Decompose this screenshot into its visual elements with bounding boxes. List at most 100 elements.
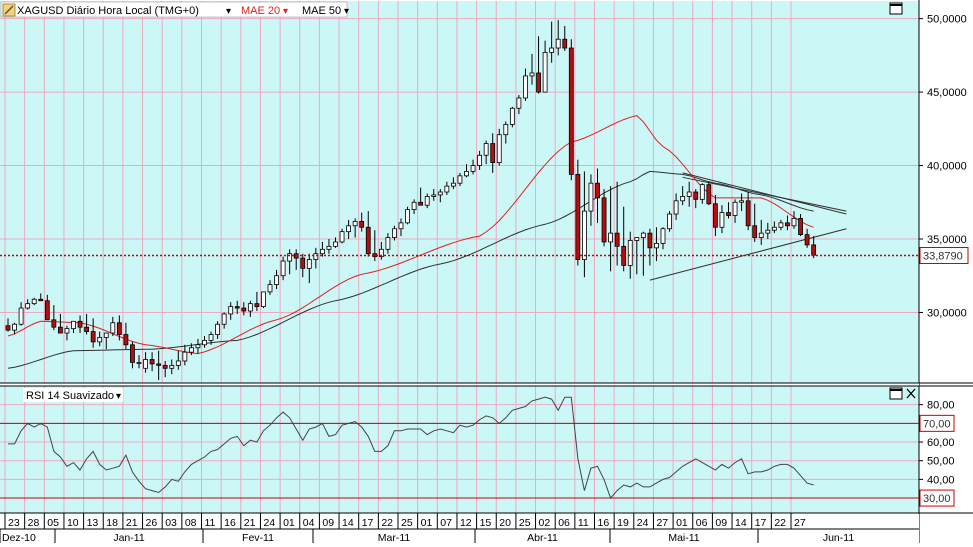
candle-body xyxy=(444,185,450,193)
candle-body xyxy=(143,359,148,369)
day-label: 27 xyxy=(656,517,668,529)
candle-body xyxy=(38,298,44,302)
candle-body xyxy=(627,240,633,266)
candle-body xyxy=(5,325,11,331)
candle xyxy=(568,39,574,181)
price-tick-label: 40,0000 xyxy=(927,161,967,173)
candle-body xyxy=(44,300,50,321)
candle-body xyxy=(719,212,725,228)
mae50-label[interactable]: MAE 50 xyxy=(302,5,341,17)
month-label: Mai-11 xyxy=(668,532,699,544)
candle-body xyxy=(693,191,699,200)
candle-body xyxy=(359,220,365,228)
maximize-button[interactable] xyxy=(889,2,903,15)
candle-body xyxy=(739,200,744,203)
price-tick-label: 45,0000 xyxy=(927,87,967,99)
month-label: Dez-10 xyxy=(2,532,36,544)
day-label: 27 xyxy=(794,517,806,529)
day-label: 17 xyxy=(755,517,767,529)
candle-body xyxy=(555,38,561,49)
rsi-tick-label: 40,00 xyxy=(927,474,955,486)
candle-body xyxy=(319,248,325,255)
candle-body xyxy=(470,165,476,172)
candle xyxy=(706,181,712,206)
candle-body xyxy=(18,307,24,325)
day-label: 22 xyxy=(381,517,393,529)
candle-body xyxy=(221,313,227,325)
candle-body xyxy=(457,175,463,184)
mae20-label[interactable]: MAE 20 xyxy=(241,5,280,17)
candle-body xyxy=(188,347,194,353)
pencil-icon xyxy=(2,3,16,17)
day-label: 26 xyxy=(146,517,158,529)
candle-body xyxy=(162,364,168,369)
candle-body xyxy=(516,97,522,109)
candle-body xyxy=(713,203,718,228)
day-label: 21 xyxy=(244,517,256,529)
candle-body xyxy=(496,134,502,164)
candle-body xyxy=(667,213,672,230)
candle-body xyxy=(306,259,312,269)
candle-body xyxy=(202,339,207,346)
day-label: 19 xyxy=(617,517,629,529)
day-label: 06 xyxy=(558,517,570,529)
candle-body xyxy=(450,182,456,187)
candle-body xyxy=(215,323,221,335)
candle-body xyxy=(398,222,404,230)
day-label: 02 xyxy=(539,517,551,529)
candle-body xyxy=(247,303,253,312)
rsi-label[interactable]: RSI 14 Suavizado xyxy=(26,390,114,402)
candle-body xyxy=(699,184,705,200)
candle-body xyxy=(365,226,371,255)
candle-body xyxy=(254,303,260,307)
candle-body xyxy=(654,243,659,249)
candle-body xyxy=(97,337,103,343)
day-label: 20 xyxy=(499,517,511,529)
chart-title[interactable]: XAGUSD Diário Hora Local (TMG+0) xyxy=(17,5,199,17)
day-label: 11 xyxy=(578,517,589,529)
rsi-dropdown-icon[interactable]: ▾ xyxy=(116,391,121,402)
candle-body xyxy=(536,72,541,93)
candle-body xyxy=(156,363,162,366)
candle-body xyxy=(582,210,587,260)
day-label: 25 xyxy=(401,517,413,529)
day-label: 16 xyxy=(598,517,610,529)
candle-body xyxy=(103,332,109,338)
candle-body xyxy=(405,209,410,224)
price-tick-label: 50,0000 xyxy=(927,14,967,26)
candle-body xyxy=(647,232,653,249)
chart-header: XAGUSD Diário Hora Local (TMG+0) ▾ MAE 20 ▾… xyxy=(0,1,349,18)
candle-body xyxy=(785,222,790,227)
candle-body xyxy=(509,107,515,125)
day-label: 24 xyxy=(263,517,275,529)
candle-body xyxy=(798,218,803,236)
candle xyxy=(509,106,515,128)
candle-body xyxy=(130,344,135,363)
candle-body xyxy=(660,228,666,244)
candle-body xyxy=(169,364,175,369)
candle-body xyxy=(595,182,600,199)
candle-body xyxy=(116,322,122,335)
candle-body xyxy=(123,334,129,346)
day-label: 13 xyxy=(87,517,99,529)
price-tick-label: 35,0000 xyxy=(927,234,967,246)
candle-body xyxy=(424,196,430,206)
candle xyxy=(667,211,672,232)
candle-body xyxy=(418,201,424,206)
price-plot-area xyxy=(0,1,919,383)
candle-body xyxy=(12,323,17,331)
candle-body xyxy=(483,143,489,156)
candle-body xyxy=(333,241,338,247)
candle-body xyxy=(51,319,57,328)
candle-body xyxy=(568,47,574,175)
day-label: 28 xyxy=(28,517,40,529)
rsi-maximize-button[interactable] xyxy=(889,387,903,400)
day-label: 09 xyxy=(715,517,727,529)
candle-body xyxy=(503,124,509,136)
day-label: 23 xyxy=(8,517,20,529)
indicator-dropdown-icon[interactable]: ▾ xyxy=(283,6,288,17)
day-label: 08 xyxy=(185,517,197,529)
day-label: 11 xyxy=(205,517,216,529)
title-dropdown-icon[interactable]: ▾ xyxy=(226,6,231,17)
indicator-dropdown-icon[interactable]: ▾ xyxy=(344,6,349,17)
